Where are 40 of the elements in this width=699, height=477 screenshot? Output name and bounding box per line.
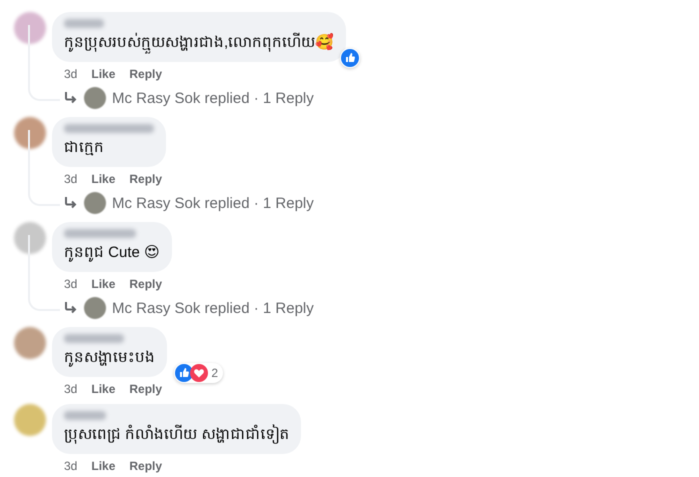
view-replies-link[interactable]: Mc Rasy Sok replied · 1 Reply: [112, 90, 314, 106]
comment-text: កូនពូជ Cute 😍: [64, 243, 160, 264]
view-replies-link[interactable]: Mc Rasy Sok replied · 1 Reply: [112, 194, 314, 212]
comment-time: 3d: [64, 277, 78, 291]
like-link[interactable]: Like: [91, 459, 116, 473]
reply-arrow-icon: [64, 196, 78, 210]
comment-time: 3d: [64, 67, 78, 81]
reaction-count: 2: [210, 366, 219, 380]
reply-avatar[interactable]: [84, 192, 106, 214]
view-replies-link[interactable]: Mc Rasy Sok replied · 1 Reply: [112, 300, 314, 316]
comment-text: កូនប្រុសរបស់ក្មួយសង្ហារជាង,លោកពុកហើយ🥰: [64, 32, 334, 54]
reply-link[interactable]: Reply: [129, 459, 162, 473]
blurred-name: [64, 229, 136, 238]
avatar[interactable]: [14, 222, 46, 254]
comment-time: 3d: [64, 382, 78, 396]
avatar[interactable]: [14, 117, 46, 149]
reply-link[interactable]: Reply: [129, 277, 162, 291]
reply-arrow-icon: [64, 301, 78, 315]
reply-link[interactable]: Reply: [129, 172, 162, 186]
comment-time: 3d: [64, 172, 78, 186]
reply-arrow-icon: [64, 91, 78, 105]
like-link[interactable]: Like: [91, 67, 116, 81]
blurred-name: [64, 19, 104, 28]
comment-text: ជាក្មេក: [64, 138, 105, 158]
comment-text: កូនសង្ហាមេះបង: [64, 348, 155, 369]
blurred-name: [64, 334, 124, 343]
reply-link[interactable]: Reply: [129, 382, 162, 396]
comment-text: ប្រុសពេជ្រ កំលាំងហើយ សង្ហាជាជាំទៀត: [64, 424, 290, 446]
reply-avatar[interactable]: [84, 297, 106, 319]
like-link[interactable]: Like: [91, 382, 116, 396]
reply-avatar[interactable]: [84, 87, 106, 109]
blurred-name: [64, 411, 106, 420]
like-link[interactable]: Like: [91, 172, 116, 186]
reply-link[interactable]: Reply: [129, 67, 162, 81]
reactions-badge[interactable]: 2: [174, 363, 223, 383]
avatar[interactable]: [14, 327, 46, 359]
like-link[interactable]: Like: [91, 277, 116, 291]
avatar[interactable]: [14, 404, 46, 436]
comment-time: 3d: [64, 459, 78, 473]
avatar[interactable]: [14, 12, 46, 44]
